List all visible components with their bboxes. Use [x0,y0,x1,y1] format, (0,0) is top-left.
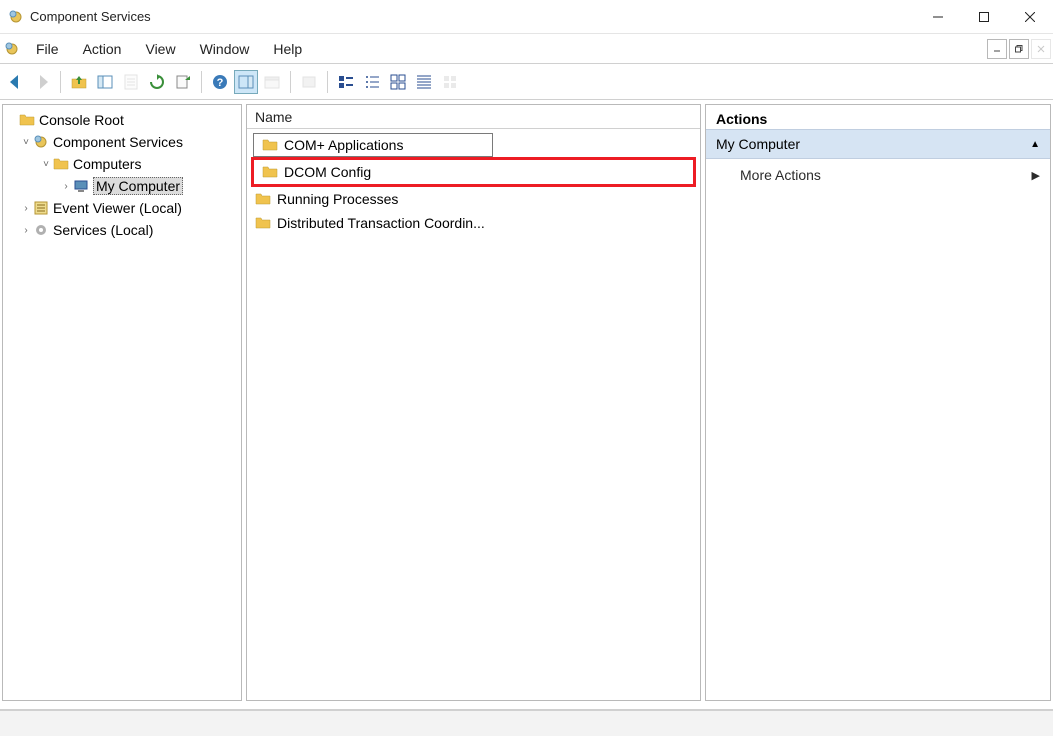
folder-icon [262,137,278,153]
menu-action[interactable]: Action [71,34,134,63]
tree-label: My Computer [93,177,183,195]
list-item-running-processes[interactable]: Running Processes [247,187,700,211]
mdi-minimize-button[interactable] [987,39,1007,59]
tree-pane[interactable]: Console Root ˅ Component Services ˅ Comp… [2,104,242,701]
computer-icon [73,178,89,194]
menu-file[interactable]: File [24,34,71,63]
close-button[interactable] [1007,0,1053,33]
menu-view[interactable]: View [133,34,187,63]
tree-label: Console Root [39,112,124,128]
view-small-icons-button[interactable] [412,70,436,94]
tree-services[interactable]: › Services (Local) [5,219,239,241]
expand-icon[interactable]: › [19,225,33,236]
view-list-button[interactable] [360,70,384,94]
list-item-label: COM+ Applications [284,137,403,153]
tree-label: Computers [73,156,141,172]
list-item-label: Distributed Transaction Coordin... [277,215,485,231]
folder-icon [19,112,35,128]
content-list[interactable]: COM+ Applications DCOM Config Running Pr… [247,129,700,239]
forward-button [30,70,54,94]
list-item-dtc[interactable]: Distributed Transaction Coordin... [247,211,700,235]
toolbar-separator [201,71,202,93]
menu-bar: File Action View Window Help [0,34,1053,64]
menu-help[interactable]: Help [261,34,314,63]
expand-icon[interactable]: ˅ [19,137,33,148]
app-icon [8,9,24,25]
tree-label: Services (Local) [53,222,153,238]
window-controls [915,0,1053,33]
column-name[interactable]: Name [247,109,487,125]
tree-root[interactable]: Console Root [5,109,239,131]
tree-event-viewer[interactable]: › Event Viewer (Local) [5,197,239,219]
list-item-com-apps[interactable]: COM+ Applications [253,133,493,157]
component-services-icon [33,134,49,150]
actions-link-label: More Actions [740,167,821,183]
actions-title: Actions [706,105,1050,129]
minimize-button[interactable] [915,0,961,33]
submenu-arrow-icon: ▶ [1032,169,1040,182]
actions-pane: Actions My Computer ▲ More Actions ▶ [705,104,1051,701]
expand-icon[interactable]: ˅ [39,159,53,170]
folder-icon [262,164,278,180]
mdi-controls [987,34,1053,63]
mdi-restore-button[interactable] [1009,39,1029,59]
help-button[interactable]: ? [208,70,232,94]
menu-window[interactable]: Window [188,34,262,63]
folder-icon [255,215,271,231]
toolbar-separator [290,71,291,93]
view-large-icons-button[interactable] [386,70,410,94]
toolbar-separator [60,71,61,93]
show-hide-tree-button[interactable] [93,70,117,94]
show-hide-action-pane-button[interactable] [234,70,258,94]
view-detail-button[interactable] [334,70,358,94]
properties-button [119,70,143,94]
main-area: Console Root ˅ Component Services ˅ Comp… [0,100,1053,710]
toolbar: ? [0,64,1053,100]
view-tiles-button [438,70,462,94]
event-viewer-icon [33,200,49,216]
back-button[interactable] [4,70,28,94]
list-item-label: DCOM Config [284,164,371,180]
up-folder-button[interactable] [67,70,91,94]
gear-icon [33,222,49,238]
tree-component-services[interactable]: ˅ Component Services [5,131,239,153]
tree-label: Component Services [53,134,183,150]
list-item-label: Running Processes [277,191,398,207]
content-pane[interactable]: Name COM+ Applications DCOM Config Runni… [246,104,701,701]
actions-section-label: My Computer [716,136,800,152]
folder-icon [53,156,69,172]
app-menu-icon[interactable] [0,34,24,63]
status-view-button [297,70,321,94]
highlight-annotation: DCOM Config [251,157,696,187]
actions-more-actions[interactable]: More Actions ▶ [706,159,1050,191]
new-window-button [260,70,284,94]
toolbar-separator [327,71,328,93]
actions-section-header[interactable]: My Computer ▲ [706,129,1050,159]
console-tree[interactable]: Console Root ˅ Component Services ˅ Comp… [3,105,241,245]
list-header[interactable]: Name [247,105,700,129]
folder-icon [255,191,271,207]
expand-icon[interactable]: › [59,181,73,192]
maximize-button[interactable] [961,0,1007,33]
status-bar [0,710,1053,736]
tree-label: Event Viewer (Local) [53,200,182,216]
refresh-button[interactable] [145,70,169,94]
list-item-dcom-config[interactable]: DCOM Config [254,160,693,184]
title-bar: Component Services [0,0,1053,34]
expand-icon[interactable]: › [19,203,33,214]
export-list-button[interactable] [171,70,195,94]
mdi-close-button [1031,39,1051,59]
tree-my-computer[interactable]: › My Computer [5,175,239,197]
window-title: Component Services [30,9,915,24]
collapse-icon[interactable]: ▲ [1030,139,1040,150]
svg-text:?: ? [217,77,224,89]
tree-computers[interactable]: ˅ Computers [5,153,239,175]
